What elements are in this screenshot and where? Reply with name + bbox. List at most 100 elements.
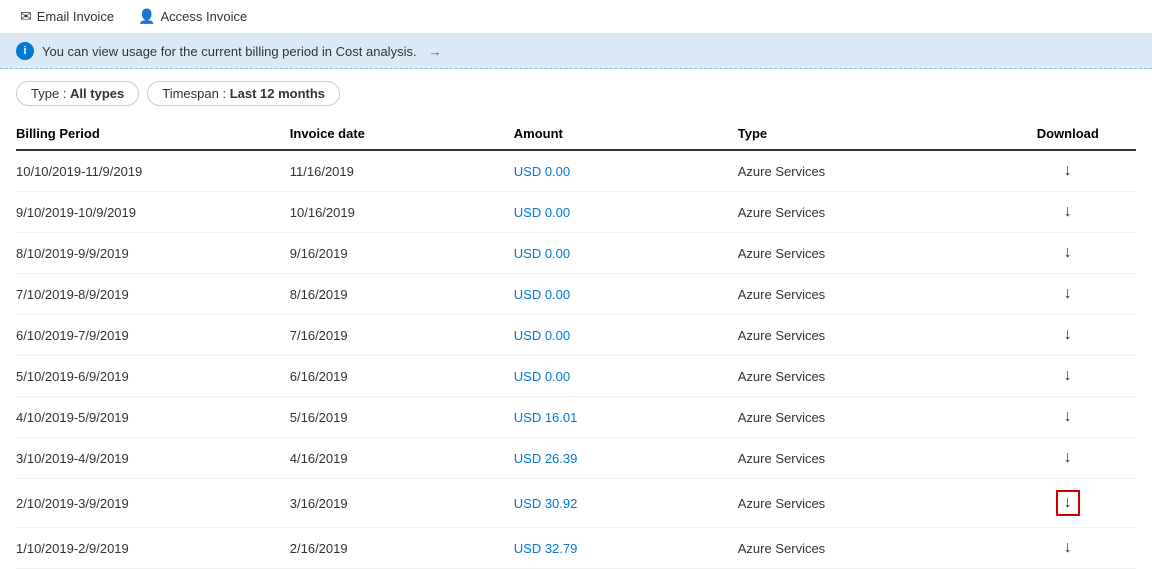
type-filter-label: Type :: [31, 86, 66, 101]
download-icon: ↓: [1064, 285, 1072, 302]
amount-link[interactable]: USD 0.00: [514, 369, 570, 384]
invoices-table: Billing Period Invoice date Amount Type …: [16, 118, 1136, 569]
cell-amount: USD 0.00: [514, 150, 738, 192]
download-button[interactable]: ↓: [1058, 447, 1078, 469]
download-button[interactable]: ↓: [1058, 242, 1078, 264]
cell-type: Azure Services: [738, 150, 1012, 192]
cell-download: ↓: [1012, 315, 1136, 356]
amount-link[interactable]: USD 16.01: [514, 410, 578, 425]
cell-amount: USD 16.01: [514, 397, 738, 438]
highlighted-download-icon: ↓: [1056, 490, 1080, 516]
amount-link[interactable]: USD 0.00: [514, 287, 570, 302]
cell-type: Azure Services: [738, 274, 1012, 315]
cell-billing-period: 10/10/2019-11/9/2019: [16, 150, 290, 192]
cell-billing-period: 7/10/2019-8/9/2019: [16, 274, 290, 315]
cell-billing-period: 9/10/2019-10/9/2019: [16, 192, 290, 233]
amount-link[interactable]: USD 0.00: [514, 246, 570, 261]
download-button[interactable]: ↓: [1058, 537, 1078, 559]
cell-download: ↓: [1012, 438, 1136, 479]
download-icon: ↓: [1064, 203, 1072, 220]
amount-link[interactable]: USD 0.00: [514, 205, 570, 220]
table-row: 9/10/2019-10/9/201910/16/2019USD 0.00 Azu…: [16, 192, 1136, 233]
cell-amount: USD 0.00: [514, 315, 738, 356]
amount-link[interactable]: USD 0.00: [514, 328, 570, 343]
cell-billing-period: 6/10/2019-7/9/2019: [16, 315, 290, 356]
cell-type: Azure Services: [738, 479, 1012, 528]
access-invoice-button[interactable]: 👤 Access Invoice: [134, 6, 251, 27]
download-icon: ↓: [1064, 367, 1072, 384]
cell-amount: USD 0.00: [514, 274, 738, 315]
download-button[interactable]: ↓: [1058, 406, 1078, 428]
header-type: Type: [738, 118, 1012, 150]
info-icon: i: [16, 42, 34, 60]
cell-billing-period: 1/10/2019-2/9/2019: [16, 528, 290, 569]
amount-link[interactable]: USD 0.00: [514, 164, 570, 179]
email-icon: ✉: [20, 8, 32, 25]
table-row: 5/10/2019-6/9/20196/16/2019USD 0.00 Azure…: [16, 356, 1136, 397]
download-button[interactable]: ↓: [1058, 283, 1078, 305]
cell-invoice-date: 7/16/2019: [290, 315, 514, 356]
cell-invoice-date: 11/16/2019: [290, 150, 514, 192]
cell-download: ↓: [1012, 528, 1136, 569]
header-download: Download: [1012, 118, 1136, 150]
type-filter-value: All types: [70, 86, 124, 101]
table-row: 6/10/2019-7/9/20197/16/2019USD 0.00 Azure…: [16, 315, 1136, 356]
cell-billing-period: 4/10/2019-5/9/2019: [16, 397, 290, 438]
table-row: 7/10/2019-8/9/20198/16/2019USD 0.00 Azure…: [16, 274, 1136, 315]
cell-download: ↓: [1012, 192, 1136, 233]
type-filter-button[interactable]: Type : All types: [16, 81, 139, 106]
cell-invoice-date: 8/16/2019: [290, 274, 514, 315]
cell-billing-period: 5/10/2019-6/9/2019: [16, 356, 290, 397]
amount-link[interactable]: USD 26.39: [514, 451, 578, 466]
table-row: 3/10/2019-4/9/20194/16/2019USD 26.39Azur…: [16, 438, 1136, 479]
cell-invoice-date: 6/16/2019: [290, 356, 514, 397]
amount-link[interactable]: USD 32.79: [514, 541, 578, 556]
header-billing-period: Billing Period: [16, 118, 290, 150]
download-icon: ↓: [1064, 326, 1072, 343]
cell-invoice-date: 4/16/2019: [290, 438, 514, 479]
access-icon: 👤: [138, 8, 155, 25]
email-invoice-label: Email Invoice: [37, 9, 114, 24]
table-row: 1/10/2019-2/9/20192/16/2019USD 32.79Azur…: [16, 528, 1136, 569]
cell-invoice-date: 9/16/2019: [290, 233, 514, 274]
cell-invoice-date: 3/16/2019: [290, 479, 514, 528]
table-row: 10/10/2019-11/9/201911/16/2019USD 0.00 Az…: [16, 150, 1136, 192]
cell-download: ↓: [1012, 274, 1136, 315]
table-row: 8/10/2019-9/9/20199/16/2019USD 0.00Azure…: [16, 233, 1136, 274]
cell-download: ↓: [1012, 397, 1136, 438]
download-icon: ↓: [1064, 162, 1072, 179]
cell-download: ↓: [1012, 479, 1136, 528]
download-icon: ↓: [1064, 408, 1072, 425]
cell-download: ↓: [1012, 233, 1136, 274]
timespan-filter-button[interactable]: Timespan : Last 12 months: [147, 81, 340, 106]
download-button[interactable]: ↓: [1058, 324, 1078, 346]
cell-type: Azure Services: [738, 192, 1012, 233]
cell-invoice-date: 10/16/2019: [290, 192, 514, 233]
table-row: 4/10/2019-5/9/20195/16/2019USD 16.01 Azur…: [16, 397, 1136, 438]
cell-amount: USD 26.39: [514, 438, 738, 479]
download-button[interactable]: ↓: [1058, 365, 1078, 387]
amount-link[interactable]: USD 30.92: [514, 496, 578, 511]
access-invoice-label: Access Invoice: [160, 9, 247, 24]
banner-link[interactable]: →: [429, 44, 442, 59]
timespan-filter-value: Last 12 months: [230, 86, 325, 101]
cell-amount: USD 0.00: [514, 192, 738, 233]
header-invoice-date: Invoice date: [290, 118, 514, 150]
cell-type: Azure Services: [738, 397, 1012, 438]
cell-invoice-date: 5/16/2019: [290, 397, 514, 438]
download-button[interactable]: ↓: [1058, 201, 1078, 223]
timespan-filter-label: Timespan :: [162, 86, 226, 101]
cell-amount: USD 30.92: [514, 479, 738, 528]
cell-amount: USD 0.00: [514, 233, 738, 274]
cell-download: ↓: [1012, 356, 1136, 397]
cell-type: Azure Services: [738, 356, 1012, 397]
download-icon: ↓: [1064, 244, 1072, 261]
cell-amount: USD 32.79: [514, 528, 738, 569]
download-button[interactable]: ↓: [1058, 160, 1078, 182]
cell-type: Azure Services: [738, 315, 1012, 356]
download-button[interactable]: ↓: [1050, 488, 1086, 518]
email-invoice-button[interactable]: ✉ Email Invoice: [16, 6, 118, 27]
download-icon: ↓: [1064, 449, 1072, 466]
header-amount: Amount: [514, 118, 738, 150]
cell-billing-period: 2/10/2019-3/9/2019: [16, 479, 290, 528]
